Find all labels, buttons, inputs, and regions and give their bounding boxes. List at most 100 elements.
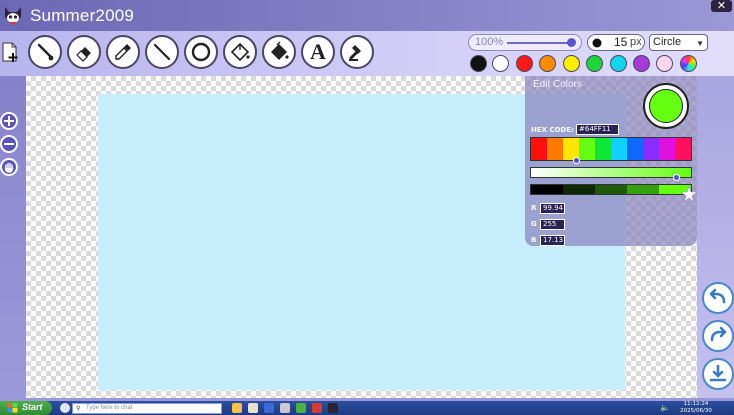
brush-size-field[interactable]: 15 px bbox=[587, 34, 645, 51]
hue-segment[interactable] bbox=[579, 138, 595, 160]
zoom-in-button[interactable] bbox=[0, 112, 18, 130]
hue-segment[interactable] bbox=[675, 138, 691, 160]
eyedropper-tool-button[interactable] bbox=[106, 35, 140, 69]
eraser-icon bbox=[76, 47, 91, 62]
hue-segment[interactable] bbox=[643, 138, 659, 160]
star-knob-icon[interactable] bbox=[681, 186, 697, 202]
fill-tool-button[interactable] bbox=[223, 35, 257, 69]
close-button[interactable]: ✕ bbox=[711, 0, 732, 12]
zoom-slider[interactable]: 100% bbox=[468, 34, 582, 51]
title-bar: Summer2009 ✕ bbox=[0, 0, 734, 31]
undo-icon bbox=[709, 288, 726, 304]
brush-size-unit: px bbox=[630, 36, 642, 48]
search-icon: ⚲ bbox=[76, 405, 81, 412]
brush-tool-button[interactable] bbox=[28, 35, 62, 69]
download-icon bbox=[709, 364, 727, 382]
eraser-tool-button[interactable] bbox=[67, 35, 101, 69]
brightness-segment[interactable] bbox=[563, 185, 595, 194]
swatch-yellow[interactable] bbox=[563, 55, 580, 72]
zoom-value: 100% bbox=[475, 36, 504, 48]
zoom-track[interactable] bbox=[507, 42, 571, 44]
hue-segment[interactable] bbox=[547, 138, 563, 160]
eyedropper-icon bbox=[115, 44, 131, 60]
paint-bucket-filled-icon bbox=[271, 41, 289, 60]
app-icon-1[interactable] bbox=[232, 403, 242, 413]
brightness-segment[interactable] bbox=[627, 185, 659, 194]
hue-slider[interactable] bbox=[530, 137, 692, 161]
line-icon bbox=[153, 43, 171, 61]
zoom-out-button[interactable] bbox=[0, 135, 18, 153]
pan-hand-button[interactable] bbox=[0, 158, 18, 176]
start-button[interactable]: Start bbox=[0, 401, 52, 415]
cortana-icon[interactable] bbox=[60, 403, 70, 413]
color-preview-swatch bbox=[649, 89, 683, 123]
app-icon-paint[interactable] bbox=[328, 403, 338, 413]
circle-tool-button[interactable] bbox=[184, 35, 218, 69]
custom-color-icon[interactable] bbox=[680, 55, 697, 72]
hue-segment[interactable] bbox=[595, 138, 611, 160]
app-logo-icon bbox=[5, 7, 21, 25]
line-tool-button[interactable] bbox=[145, 35, 179, 69]
edit-colors-panel: Edit Colors HEX CODE: #64FF11 R 99.94 G … bbox=[525, 76, 697, 246]
text-icon: A bbox=[310, 39, 326, 64]
toolbar: A 100% 15 px Circle ▼ bbox=[0, 31, 734, 76]
zoom-knob[interactable] bbox=[567, 38, 576, 47]
paint-bucket-icon bbox=[230, 42, 250, 62]
saturation-slider[interactable] bbox=[530, 167, 692, 178]
hue-segment[interactable] bbox=[611, 138, 627, 160]
shape-select[interactable]: Circle ▼ bbox=[649, 34, 708, 51]
undo-button[interactable] bbox=[702, 282, 734, 314]
brightness-segment[interactable] bbox=[595, 185, 627, 194]
chevron-down-icon: ▼ bbox=[696, 39, 704, 48]
hand-icon bbox=[4, 162, 14, 173]
circle-icon bbox=[191, 42, 211, 62]
app-icon-6[interactable] bbox=[312, 403, 322, 413]
red-input[interactable]: 99.94 bbox=[540, 203, 565, 214]
brush-size-icon bbox=[592, 38, 602, 48]
fill-dark-tool-button[interactable] bbox=[262, 35, 296, 69]
windows-logo-icon bbox=[7, 403, 18, 413]
brightness-slider[interactable] bbox=[530, 184, 692, 195]
text-tool-button[interactable]: A bbox=[301, 35, 335, 69]
hue-segment[interactable] bbox=[531, 138, 547, 160]
blue-input[interactable]: 17.13 bbox=[540, 235, 565, 246]
panel-title: Edit Colors bbox=[533, 79, 582, 90]
brightness-segment[interactable] bbox=[531, 185, 563, 194]
plus-icon bbox=[4, 116, 14, 126]
hue-segment[interactable] bbox=[659, 138, 675, 160]
new-file-icon[interactable] bbox=[1, 41, 19, 63]
swatch-black[interactable] bbox=[470, 55, 487, 72]
hue-segment[interactable] bbox=[627, 138, 643, 160]
minus-icon bbox=[4, 143, 14, 145]
clock-date: 2025/06/30 bbox=[680, 407, 712, 414]
hex-code-input[interactable]: #64FF11 bbox=[576, 124, 619, 135]
green-input[interactable]: 255 bbox=[540, 219, 565, 230]
red-label: R bbox=[531, 204, 537, 212]
brush-size-value[interactable]: 15 bbox=[614, 35, 627, 49]
app-icon-2[interactable] bbox=[248, 403, 258, 413]
saturation-knob[interactable] bbox=[673, 174, 680, 181]
stamp-tool-button[interactable] bbox=[340, 35, 374, 69]
swatch-green[interactable] bbox=[586, 55, 603, 72]
swatch-white[interactable] bbox=[492, 55, 509, 72]
swatch-red[interactable] bbox=[516, 55, 533, 72]
stamp-icon bbox=[349, 45, 361, 61]
swatch-orange[interactable] bbox=[539, 55, 556, 72]
swatch-cyan[interactable] bbox=[610, 55, 627, 72]
volume-icon[interactable]: 🔈 bbox=[660, 403, 670, 412]
app-icon-5[interactable] bbox=[296, 403, 306, 413]
paint-app-window: Summer2009 ✕ A 100% 15 px Circle ▼ Edit … bbox=[0, 0, 734, 415]
hex-code-label: HEX CODE: bbox=[531, 126, 574, 134]
taskbar-clock[interactable]: 11:12:24 2025/06/30 bbox=[676, 401, 716, 415]
swatch-pink[interactable] bbox=[656, 55, 673, 72]
hue-knob[interactable] bbox=[573, 157, 580, 164]
app-icon-4[interactable] bbox=[280, 403, 290, 413]
download-button[interactable] bbox=[702, 358, 734, 390]
green-label: G bbox=[531, 220, 537, 228]
window-title: Summer2009 bbox=[30, 6, 135, 25]
swatch-purple[interactable] bbox=[633, 55, 650, 72]
taskbar-search-input[interactable]: ⚲ Type here to chat bbox=[72, 403, 222, 414]
os-taskbar: Start ⚲ Type here to chat 🔈 11:12:24 202… bbox=[0, 401, 734, 415]
redo-button[interactable] bbox=[702, 320, 734, 352]
app-icon-3[interactable] bbox=[264, 403, 274, 413]
